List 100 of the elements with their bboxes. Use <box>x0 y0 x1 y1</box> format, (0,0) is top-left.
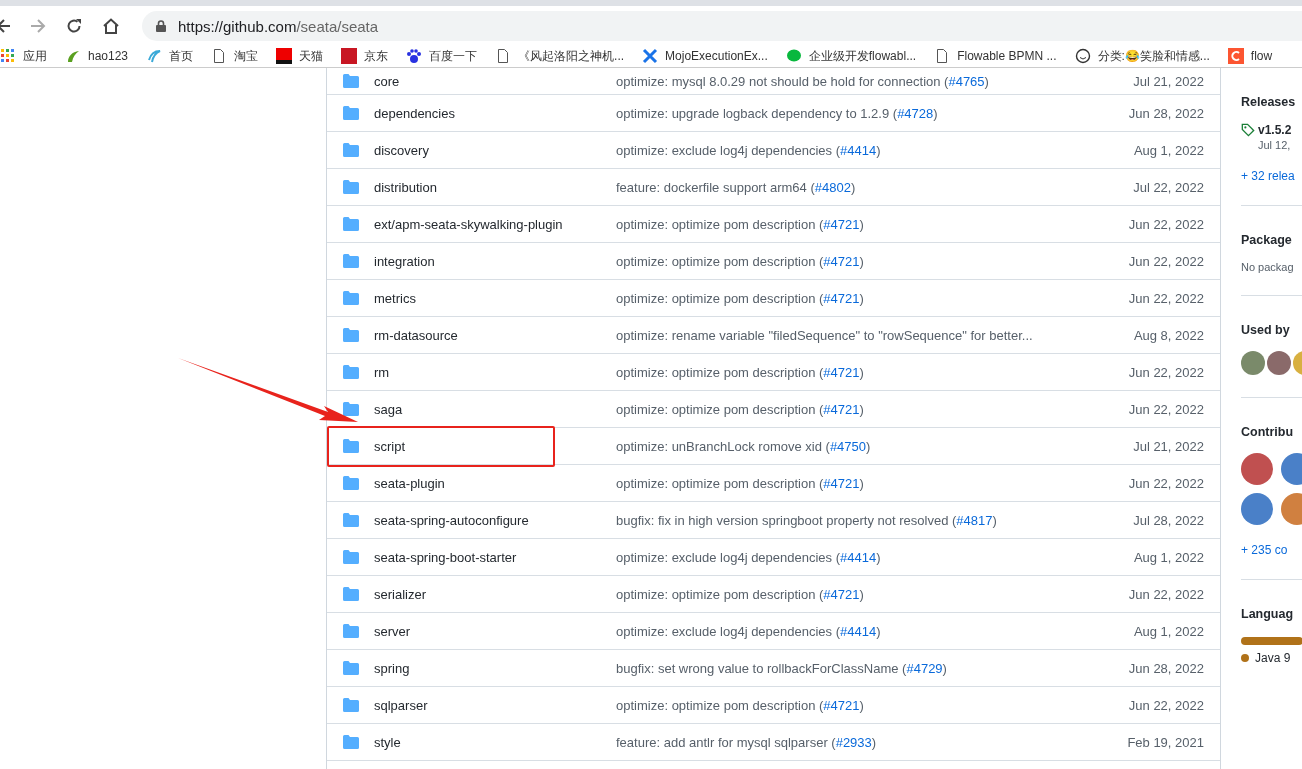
section-heading: Languag <box>1241 607 1295 621</box>
commit-message[interactable]: optimize: exclude log4j dependencies (#4414) <box>616 549 1086 565</box>
issue-link[interactable]: #4721 <box>823 475 860 491</box>
issue-link[interactable]: #4414 <box>840 142 877 158</box>
bookmark[interactable]: Flowable BPMN ... <box>934 48 1057 64</box>
folder-name[interactable]: integration <box>374 253 616 269</box>
commit-date: Aug 1, 2022 <box>1132 142 1205 158</box>
commit-message[interactable]: optimize: optimize pom description (#4721) <box>616 290 1086 306</box>
contributors-link[interactable]: + 235 co <box>1241 543 1302 557</box>
commit-message[interactable]: optimize: optimize pom description (#4721) <box>616 475 1086 491</box>
section-heading: Contribu <box>1241 425 1295 439</box>
folder-name[interactable]: seata-plugin <box>374 475 616 491</box>
commit-date: Feb 19, 2021 <box>1126 734 1205 750</box>
commit-message[interactable]: optimize: upgrade logback dependency to 1.2.9 (#4728) <box>616 105 1086 121</box>
commit-message[interactable]: optimize: unBranchLock romove xid (#4750) <box>616 438 1086 454</box>
issue-link[interactable]: #4765 <box>948 73 985 89</box>
folder-name[interactable]: ext/apm-seata-skywalking-plugin <box>374 216 616 232</box>
commit-date: Jun 22, 2022 <box>1127 401 1205 417</box>
commit-date: Jun 22, 2022 <box>1127 216 1205 232</box>
bookmark[interactable]: MojoExecutionEx... <box>642 48 768 64</box>
bookmark[interactable]: hao123 <box>65 48 129 64</box>
address-bar[interactable]: https://github.com/seata/seata <box>142 11 1302 41</box>
folder-name[interactable]: core <box>374 73 616 89</box>
issue-link[interactable]: #4721 <box>823 364 860 380</box>
commit-message[interactable]: optimize: rename variable "filedSequence" to "rowSequence" for better... <box>616 327 1086 343</box>
bookmark[interactable]: 企业级开发flowabl... <box>785 47 917 65</box>
commit-message[interactable]: optimize: optimize pom description (#4721) <box>616 253 1086 269</box>
commit-message[interactable]: feature: add antlr for mysql sqlparser (#2933) <box>616 734 1086 750</box>
commit-message[interactable]: feature: dockerfile support arm64 (#4802) <box>616 179 1086 195</box>
folder-name[interactable]: server <box>374 623 616 639</box>
issue-link[interactable]: #4721 <box>823 216 860 232</box>
commit-message[interactable]: bugfix: fix in high version springboot property not resolved (#4817) <box>616 512 1086 528</box>
commit-date: Aug 1, 2022 <box>1132 623 1205 639</box>
issue-link[interactable]: #4721 <box>823 586 860 602</box>
commit-message[interactable]: optimize: optimize pom description (#4721) <box>616 401 1086 417</box>
folder-name[interactable]: dependencies <box>374 105 616 121</box>
url-text: https://github.com/seata/seata <box>178 17 379 35</box>
folder-name[interactable]: rm-datasource <box>374 327 616 343</box>
bookmark[interactable]: flow <box>1227 48 1273 64</box>
commit-message[interactable]: optimize: optimize pom description (#4721) <box>616 216 1086 232</box>
commit-date: Jun 28, 2022 <box>1127 105 1205 121</box>
folder-name[interactable]: rm <box>374 364 616 380</box>
issue-link[interactable]: #4414 <box>840 549 877 565</box>
commit-message[interactable]: optimize: exclude log4j dependencies (#4414) <box>616 623 1086 639</box>
issue-link[interactable]: #4817 <box>956 512 993 528</box>
commit-date: Jun 22, 2022 <box>1127 586 1205 602</box>
commit-date: Jul 28, 2022 <box>1132 512 1205 528</box>
folder-name[interactable]: metrics <box>374 290 616 306</box>
releases-link[interactable]: + 32 relea <box>1241 169 1302 183</box>
bookmark[interactable]: 应用 <box>0 47 47 65</box>
commit-message[interactable]: optimize: optimize pom description (#4721) <box>616 364 1086 380</box>
folder-name[interactable]: seata-spring-boot-starter <box>374 549 616 565</box>
bookmark[interactable]: 首页 <box>146 47 194 65</box>
commit-date: Jun 22, 2022 <box>1127 364 1205 380</box>
commit-message[interactable]: optimize: mysql 8.0.29 not should be hold for connection (#4765) <box>616 73 1086 89</box>
folder-name[interactable]: style <box>374 734 616 750</box>
commit-date: Jul 22, 2022 <box>1132 179 1205 195</box>
commit-date: Jun 22, 2022 <box>1127 290 1205 306</box>
bookmark[interactable]: 百度一下 <box>406 47 478 65</box>
commit-date: Jun 28, 2022 <box>1127 660 1205 676</box>
release-tag[interactable]: v1.5.2 <box>1258 123 1292 137</box>
commit-message[interactable]: optimize: optimize pom description (#4721) <box>616 697 1086 713</box>
folder-name[interactable]: script <box>374 438 616 454</box>
issue-link[interactable]: #2933 <box>835 734 872 750</box>
bookmark[interactable]: 京东 <box>341 47 389 65</box>
folder-name[interactable]: discovery <box>374 142 616 158</box>
bookmark[interactable]: 淘宝 <box>211 47 259 65</box>
commit-date: Jul 21, 2022 <box>1132 73 1205 89</box>
commit-date: Jun 22, 2022 <box>1127 253 1205 269</box>
section-heading: Releases <box>1241 95 1297 109</box>
folder-name[interactable]: saga <box>374 401 616 417</box>
issue-link[interactable]: #4729 <box>906 660 943 676</box>
bookmark[interactable]: 天猫 <box>276 47 324 65</box>
commit-date: Jun 22, 2022 <box>1127 475 1205 491</box>
folder-name[interactable]: seata-spring-autoconfigure <box>374 512 616 528</box>
commit-message[interactable]: bugfix: set wrong value to rollbackForClassName (#4729) <box>616 660 1086 676</box>
commit-date: Aug 1, 2022 <box>1132 549 1205 565</box>
issue-link[interactable]: #4414 <box>840 623 877 639</box>
folder-name[interactable]: sqlparser <box>374 697 616 713</box>
folder-name[interactable]: spring <box>374 660 616 676</box>
issue-link[interactable]: #4802 <box>814 179 851 195</box>
commit-date: Jul 21, 2022 <box>1132 438 1205 454</box>
issue-link[interactable]: #4728 <box>897 105 934 121</box>
section-heading: Package <box>1241 233 1293 247</box>
folder-name[interactable]: serializer <box>374 586 616 602</box>
section-heading: Used by <box>1241 323 1291 337</box>
bookmark[interactable]: 分类:😂笑脸和情感... <box>1074 47 1210 65</box>
packages-text: No packag <box>1241 261 1295 273</box>
bookmark[interactable]: 《风起洛阳之神机... <box>495 47 625 65</box>
issue-link[interactable]: #4721 <box>823 401 860 417</box>
issue-link[interactable]: #4721 <box>823 290 860 306</box>
issue-link[interactable]: #4721 <box>823 253 860 269</box>
commit-date: Jun 22, 2022 <box>1127 697 1205 713</box>
issue-link[interactable]: #4721 <box>823 697 860 713</box>
folder-name[interactable]: distribution <box>374 179 616 195</box>
commit-message[interactable]: optimize: exclude log4j dependencies (#4414) <box>616 142 1086 158</box>
issue-link[interactable]: #4750 <box>829 438 867 454</box>
commit-date: Aug 8, 2022 <box>1132 327 1205 343</box>
commit-message[interactable]: optimize: optimize pom description (#4721) <box>616 586 1086 602</box>
language-label: Java 9 <box>1255 651 1291 665</box>
